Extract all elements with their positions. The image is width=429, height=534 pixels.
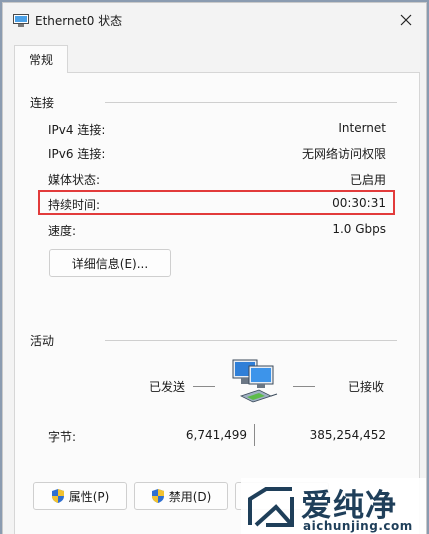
sent-label: 已发送 [149,380,186,394]
activity-heading: 活动 [30,334,55,348]
status-dialog: Ethernet0 状态 常规 连接 IPv4 连接: Internet IPv… [2,2,427,534]
sent-dash [193,386,215,387]
properties-button[interactable]: 属性(P) [33,482,127,510]
brand-logo-icon [248,487,294,527]
close-icon [400,14,412,26]
media-state-value: 已启用 [349,173,386,187]
activity-divider [105,340,397,341]
watermark-url: aichunjing.com [303,519,413,533]
network-activity-icon [232,359,278,403]
close-button[interactable] [394,9,418,31]
duration-label: 持续时间: [48,198,101,212]
connection-divider [105,102,397,103]
properties-button-label: 属性(P) [68,489,110,504]
bytes-label: 字节: [48,430,77,444]
received-dash [293,386,315,387]
watermark: 爱纯净 aichunjing.com [241,478,426,534]
media-state-label: 媒体状态: [48,173,101,187]
bytes-divider [254,424,255,446]
duration-value: 00:30:31 [332,196,386,210]
disable-button-label: 禁用(D) [168,489,212,504]
bytes-sent-value: 6,741,499 [185,428,247,442]
ipv6-label: IPv6 连接: [48,147,106,161]
ipv4-label: IPv4 连接: [48,123,106,137]
network-adapter-icon [13,14,29,27]
uac-shield-icon [151,489,164,503]
title-bar: Ethernet0 状态 [3,3,426,37]
uac-shield-icon [51,489,64,503]
received-label: 已接收 [348,380,385,394]
window-title: Ethernet0 状态 [35,14,123,28]
ipv4-value: Internet [338,121,386,135]
speed-value: 1.0 Gbps [332,222,386,236]
ipv6-value: 无网络访问权限 [301,147,386,161]
details-button[interactable]: 详细信息(E)... [49,249,171,277]
disable-button[interactable]: 禁用(D) [134,482,228,510]
bytes-received-value: 385,254,452 [309,428,386,442]
speed-label: 速度: [48,224,77,238]
general-panel: 连接 IPv4 连接: Internet IPv6 连接: 无网络访问权限 媒体… [14,72,420,534]
connection-heading: 连接 [30,96,55,110]
tab-general[interactable]: 常规 [14,45,68,73]
